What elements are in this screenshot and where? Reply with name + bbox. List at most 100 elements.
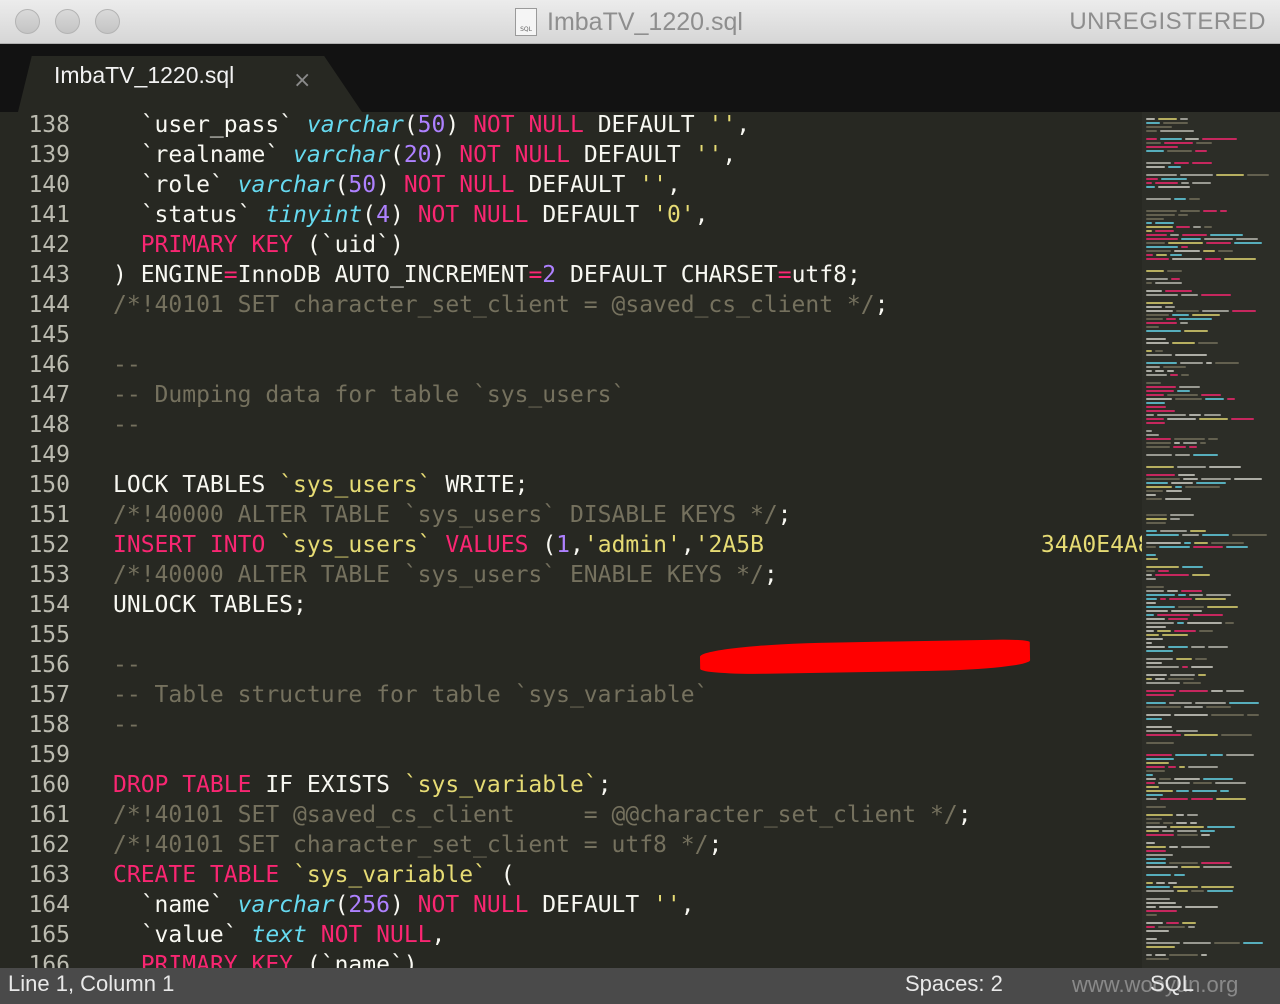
code-line[interactable]: 143) ENGINE=InnoDB AUTO_INCREMENT=2 DEFA… xyxy=(0,260,1142,290)
code-line[interactable]: 141 `status` tinyint(4) NOT NULL DEFAULT… xyxy=(0,200,1142,230)
minimap-line xyxy=(1146,150,1164,152)
tab-label[interactable]: ImbaTV_1220.sql xyxy=(54,62,234,89)
code-line[interactable]: 152 INSERT INTO `sys_users` VALUES (1,'ad… xyxy=(0,530,1207,560)
minimap-line xyxy=(1181,294,1198,296)
code-line[interactable]: 163 CREATE TABLE `sys_variable` ( xyxy=(0,860,1142,890)
minimap-line xyxy=(1178,606,1204,608)
tab-close-icon[interactable]: × xyxy=(293,70,311,92)
minimap-line xyxy=(1180,362,1203,364)
minimap-line xyxy=(1146,806,1166,808)
code-line[interactable]: 153 /*!40000 ALTER TABLE `sys_users` ENAB… xyxy=(0,560,1142,590)
minimap-line xyxy=(1170,826,1204,828)
minimap-line xyxy=(1181,846,1210,848)
close-window-button[interactable] xyxy=(15,9,40,34)
syntax-selector[interactable]: SQL xyxy=(1150,971,1194,997)
code-token: ) xyxy=(445,112,474,138)
minimap-line xyxy=(1163,122,1188,124)
minimap-line xyxy=(1146,842,1155,844)
minimap-line xyxy=(1174,162,1189,164)
code-line[interactable]: 142 PRIMARY KEY (`uid`) xyxy=(0,230,1142,260)
code-line[interactable]: 164 `name` varchar(256) NOT NULL DEFAULT… xyxy=(0,890,1142,920)
minimap-line xyxy=(1146,238,1178,240)
code-token: `status` xyxy=(113,202,266,228)
minimap-line xyxy=(1146,126,1172,128)
code-token: varchar xyxy=(306,112,404,138)
code-line[interactable]: 144 /*!40101 SET character_set_client = @… xyxy=(0,290,1142,320)
minimap-line xyxy=(1182,922,1196,924)
code-line[interactable]: 158 -- xyxy=(0,710,1142,740)
minimap-line xyxy=(1158,926,1185,928)
line-number: 141 xyxy=(28,202,70,228)
code-line[interactable]: 140 `role` varchar(50) NOT NULL DEFAULT … xyxy=(0,170,1142,200)
minimap-line xyxy=(1185,138,1199,140)
code-token: NOT NULL xyxy=(459,142,570,168)
minimap-line xyxy=(1156,882,1165,884)
code-line[interactable]: 159 xyxy=(0,740,1142,770)
minimize-window-button[interactable] xyxy=(55,9,80,34)
minimap-line xyxy=(1167,394,1198,396)
code-line[interactable]: 161 /*!40101 SET @saved_cs_client = @@cha… xyxy=(0,800,1142,830)
code-line[interactable]: 139 `realname` varchar(20) NOT NULL DEFA… xyxy=(0,140,1142,170)
minimap-line xyxy=(1202,534,1229,536)
line-number: 143 xyxy=(28,262,70,288)
minimap-line xyxy=(1224,258,1256,260)
code-line[interactable]: 162 /*!40101 SET character_set_client = u… xyxy=(0,830,1142,860)
code-line[interactable]: 147 -- Dumping data for table `sys_users` xyxy=(0,380,1142,410)
code-line[interactable]: 149 xyxy=(0,440,1142,470)
code-token: VALUES xyxy=(445,532,529,558)
code-line[interactable]: 138 `user_pass` varchar(50) NOT NULL DEF… xyxy=(0,112,1142,140)
minimap-line xyxy=(1216,798,1246,800)
minimap-line xyxy=(1175,454,1190,456)
code-text: -- xyxy=(113,350,141,380)
minimap-line xyxy=(1155,954,1166,956)
code-line[interactable]: 157 -- Table structure for table `sys_var… xyxy=(0,680,1142,710)
code-token: ( xyxy=(486,862,515,888)
cursor-position[interactable]: Line 1, Column 1 xyxy=(8,971,174,997)
minimap-line xyxy=(1146,382,1161,384)
minimap-line xyxy=(1169,862,1198,864)
minimap-line xyxy=(1146,142,1161,144)
minimap-line xyxy=(1173,446,1186,448)
minimap[interactable] xyxy=(1142,112,1280,968)
minimap-line xyxy=(1146,122,1160,124)
code-text: `name` varchar(256) NOT NULL DEFAULT '', xyxy=(113,890,695,920)
minimap-line xyxy=(1146,542,1181,544)
code-line[interactable]: 165 `value` text NOT NULL, xyxy=(0,920,1142,950)
minimap-line xyxy=(1146,162,1171,164)
minimap-line xyxy=(1170,374,1178,376)
code-line[interactable]: 151 /*!40000 ALTER TABLE `sys_users` DISA… xyxy=(0,500,1142,530)
minimap-line xyxy=(1221,734,1252,736)
code-line[interactable]: 154 UNLOCK TABLES; xyxy=(0,590,1142,620)
code-token: `sys_users` xyxy=(279,532,432,558)
minimap-line xyxy=(1146,578,1156,580)
code-line[interactable]: 146 -- xyxy=(0,350,1142,380)
minimap-line xyxy=(1146,658,1173,660)
minimap-line xyxy=(1175,398,1202,400)
minimap-line xyxy=(1172,314,1189,316)
code-line[interactable]: 145 xyxy=(0,320,1142,350)
minimap-line xyxy=(1247,174,1269,176)
code-editor[interactable]: 138 `user_pass` varchar(50) NOT NULL DEF… xyxy=(0,112,1280,968)
minimap-line xyxy=(1146,494,1156,496)
minimap-line xyxy=(1231,418,1254,420)
minimap-line xyxy=(1156,254,1167,256)
zoom-window-button[interactable] xyxy=(95,9,120,34)
minimap-line xyxy=(1201,394,1221,396)
minimap-line xyxy=(1146,598,1157,600)
code-token: DEFAULT xyxy=(528,202,654,228)
minimap-line xyxy=(1189,594,1203,596)
code-line[interactable]: 166 PRIMARY KEY (`name`) xyxy=(0,950,1142,968)
minimap-line xyxy=(1146,370,1152,372)
line-number: 142 xyxy=(28,232,70,258)
minimap-line xyxy=(1146,930,1169,932)
line-number: 164 xyxy=(28,892,70,918)
minimap-line xyxy=(1146,554,1156,556)
minimap-line xyxy=(1146,766,1165,768)
indentation-setting[interactable]: Spaces: 2 xyxy=(905,971,1003,997)
minimap-line xyxy=(1179,766,1185,768)
minimap-line xyxy=(1146,182,1152,184)
code-line[interactable]: 150 LOCK TABLES `sys_users` WRITE; xyxy=(0,470,1142,500)
code-line[interactable]: 160 DROP TABLE IF EXISTS `sys_variable`; xyxy=(0,770,1142,800)
code-token: ) xyxy=(389,202,418,228)
code-line[interactable]: 148 -- xyxy=(0,410,1142,440)
